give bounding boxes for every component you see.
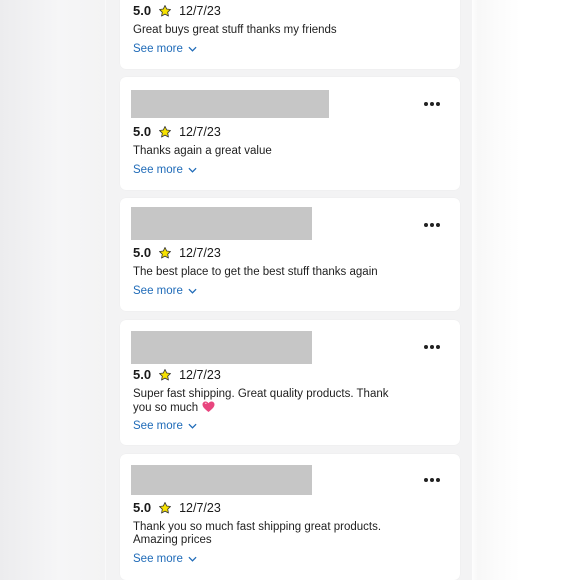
more-options-icon[interactable] xyxy=(424,478,440,482)
sparkling-heart-emoji xyxy=(202,401,215,417)
review-date: 12/7/23 xyxy=(179,500,221,515)
more-options-icon[interactable] xyxy=(424,102,440,106)
redacted-reviewer-name xyxy=(131,465,312,495)
review-text: The best place to get the best stuff tha… xyxy=(133,266,413,279)
review-card: 5.0 12/7/23 The best place to get the be… xyxy=(120,198,460,311)
rating-row: 5.0 12/7/23 xyxy=(133,245,221,260)
star-icon xyxy=(159,501,172,513)
see-more-link[interactable]: See more xyxy=(133,164,197,176)
chevron-down-icon xyxy=(188,556,197,562)
star-icon xyxy=(159,4,172,16)
chevron-down-icon xyxy=(188,46,197,52)
review-text-content: Super fast shipping. Great quality produ… xyxy=(133,388,389,414)
review-date: 12/7/23 xyxy=(179,3,221,18)
rating-row: 5.0 12/7/23 xyxy=(133,367,221,382)
rating-value: 5.0 xyxy=(133,124,152,139)
rating-row: 5.0 12/7/23 xyxy=(133,3,221,18)
see-more-label: See more xyxy=(133,420,183,432)
review-card: 5.0 12/7/23 Super fast shipping. Great q… xyxy=(120,320,460,445)
see-more-label: See more xyxy=(133,164,183,176)
rating-value: 5.0 xyxy=(133,500,152,515)
review-card: 5.0 12/7/23 Thanks again a great value S… xyxy=(120,77,460,190)
review-date: 12/7/23 xyxy=(179,367,221,382)
rating-row: 5.0 12/7/23 xyxy=(133,500,221,515)
see-more-label: See more xyxy=(133,285,183,297)
redacted-reviewer-name xyxy=(131,207,312,240)
see-more-link[interactable]: See more xyxy=(133,420,197,432)
chevron-down-icon xyxy=(188,288,197,294)
redacted-reviewer-name xyxy=(131,90,329,118)
review-text-content: Thank you so much fast shipping great pr… xyxy=(133,521,382,546)
review-text-content: Great buys great stuff thanks my friends xyxy=(133,24,337,36)
see-more-label: See more xyxy=(133,553,183,565)
review-card: 5.0 12/7/23 Thank you so much fast shipp… xyxy=(120,454,460,580)
review-text: Thanks again a great value xyxy=(133,145,413,158)
review-text: Super fast shipping. Great quality produ… xyxy=(133,388,405,417)
more-options-icon[interactable] xyxy=(424,345,440,349)
star-icon xyxy=(159,368,172,380)
rating-value: 5.0 xyxy=(133,367,152,382)
review-card: 5.0 12/7/23 Great buys great stuff thank… xyxy=(120,0,460,69)
rating-value: 5.0 xyxy=(133,245,152,260)
chevron-down-icon xyxy=(188,167,197,173)
star-icon xyxy=(159,246,172,258)
see-more-link[interactable]: See more xyxy=(133,285,197,297)
chevron-down-icon xyxy=(188,423,197,429)
see-more-link[interactable]: See more xyxy=(133,553,197,565)
see-more-label: See more xyxy=(133,43,183,55)
review-text-content: Thanks again a great value xyxy=(133,145,272,157)
review-text: Great buys great stuff thanks my friends xyxy=(133,24,413,37)
review-text-content: The best place to get the best stuff tha… xyxy=(133,266,378,278)
review-text: Thank you so much fast shipping great pr… xyxy=(133,521,395,547)
review-date: 12/7/23 xyxy=(179,124,221,139)
see-more-link[interactable]: See more xyxy=(133,43,197,55)
more-options-icon[interactable] xyxy=(424,223,440,227)
rating-value: 5.0 xyxy=(133,3,152,18)
review-date: 12/7/23 xyxy=(179,245,221,260)
rating-row: 5.0 12/7/23 xyxy=(133,124,221,139)
star-icon xyxy=(159,125,172,137)
redacted-reviewer-name xyxy=(131,331,312,364)
